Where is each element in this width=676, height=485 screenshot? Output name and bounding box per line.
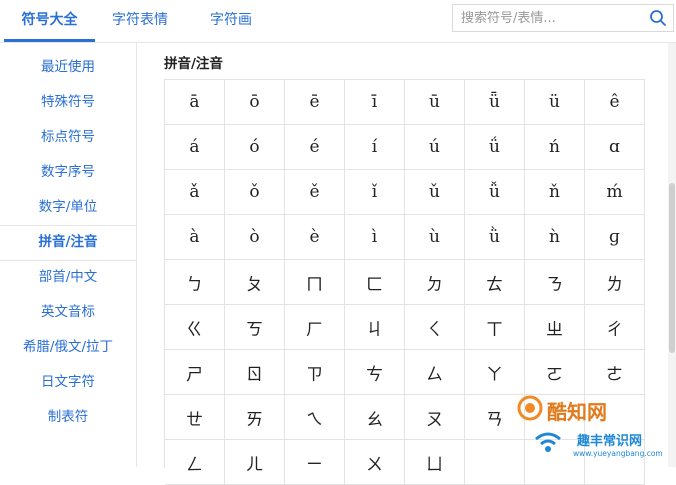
- sidebar-item-pinyin[interactable]: 拼音/注音: [0, 225, 136, 260]
- symbol-cell[interactable]: ㄞ: [225, 395, 285, 440]
- symbol-cell[interactable]: ㄠ: [345, 395, 405, 440]
- symbol-cell[interactable]: ㄛ: [525, 350, 585, 395]
- symbol-cell[interactable]: ň: [525, 170, 585, 215]
- symbol-cell[interactable]: ǐ: [345, 170, 405, 215]
- symbol-cell[interactable]: ㄩ: [405, 440, 465, 485]
- symbol-cell[interactable]: ā: [165, 80, 225, 125]
- symbol-cell[interactable]: ē: [285, 80, 345, 125]
- tab-emoticons[interactable]: 字符表情: [100, 0, 180, 40]
- symbol-cell[interactable]: ò: [225, 215, 285, 260]
- sidebar-item-punctuation[interactable]: 标点符号: [0, 120, 136, 155]
- scrollbar-thumb[interactable]: [669, 183, 675, 353]
- symbol-cell[interactable]: ㄨ: [345, 440, 405, 485]
- symbol-cell[interactable]: ㄑ: [405, 305, 465, 350]
- symbol-cell[interactable]: [525, 395, 585, 440]
- symbol-cell[interactable]: ǒ: [225, 170, 285, 215]
- top-tab-bar: 符号大全 字符表情 字符画: [0, 0, 676, 43]
- sidebar-item-greek-russian-latin[interactable]: 希腊/俄文/拉丁: [0, 330, 136, 365]
- symbol-cell[interactable]: ǔ: [405, 170, 465, 215]
- symbol-cell[interactable]: ㄜ: [585, 350, 645, 395]
- symbol-cell[interactable]: ㄗ: [285, 350, 345, 395]
- symbol-cell[interactable]: [465, 440, 525, 485]
- sidebar-item-number-sequence[interactable]: 数字序号: [0, 155, 136, 190]
- symbol-cell[interactable]: ㄉ: [405, 260, 465, 305]
- symbol-cell[interactable]: ù: [405, 215, 465, 260]
- symbol-cell[interactable]: ǹ: [525, 215, 585, 260]
- active-tab-underline: [4, 39, 95, 42]
- symbol-cell[interactable]: ㄌ: [585, 260, 645, 305]
- category-sidebar: 最近使用 特殊符号 标点符号 数字序号 数字/单位 拼音/注音 部首/中文 英文…: [0, 43, 137, 467]
- symbol-cell[interactable]: ě: [285, 170, 345, 215]
- symbol-cell[interactable]: ê: [585, 80, 645, 125]
- symbol-cell[interactable]: ㄅ: [165, 260, 225, 305]
- symbol-cell[interactable]: ㄒ: [465, 305, 525, 350]
- symbol-cell[interactable]: ㄦ: [225, 440, 285, 485]
- symbol-cell[interactable]: ㄐ: [345, 305, 405, 350]
- symbol-cell[interactable]: ㄓ: [525, 305, 585, 350]
- symbol-cell[interactable]: ǖ: [465, 80, 525, 125]
- symbol-cell[interactable]: ㄚ: [465, 350, 525, 395]
- symbol-cell[interactable]: ㄧ: [285, 440, 345, 485]
- symbol-cell[interactable]: ㄎ: [225, 305, 285, 350]
- symbol-cell[interactable]: è: [285, 215, 345, 260]
- symbol-cell[interactable]: ㄈ: [345, 260, 405, 305]
- symbol-cell[interactable]: ㄙ: [405, 350, 465, 395]
- symbol-cell[interactable]: ㄟ: [285, 395, 345, 440]
- symbol-cell[interactable]: ú: [405, 125, 465, 170]
- symbol-cell[interactable]: ㄆ: [225, 260, 285, 305]
- symbol-cell[interactable]: ū: [405, 80, 465, 125]
- search-box: [452, 4, 674, 32]
- symbol-cell[interactable]: ㄢ: [465, 395, 525, 440]
- section-title: 拼音/注音: [164, 56, 223, 72]
- symbol-grid: ā ō ē ī ū ǖ ü ê á ó é í ú ǘ ń ɑ ǎ ǒ ě ǐ …: [164, 79, 645, 485]
- sidebar-item-recent[interactable]: 最近使用: [0, 50, 136, 85]
- symbol-cell[interactable]: é: [285, 125, 345, 170]
- symbol-cell[interactable]: ㄊ: [465, 260, 525, 305]
- sidebar-item-phonetic[interactable]: 英文音标: [0, 295, 136, 330]
- symbol-cell[interactable]: á: [165, 125, 225, 170]
- symbol-cell[interactable]: ḿ: [585, 170, 645, 215]
- symbol-cell[interactable]: í: [345, 125, 405, 170]
- symbol-cell[interactable]: [525, 440, 585, 485]
- symbol-cell[interactable]: ㄖ: [225, 350, 285, 395]
- symbol-cell[interactable]: ㄇ: [285, 260, 345, 305]
- symbol-cell[interactable]: [585, 395, 645, 440]
- symbol-cell[interactable]: ń: [525, 125, 585, 170]
- symbol-cell[interactable]: ǜ: [465, 215, 525, 260]
- symbol-cell[interactable]: ǚ: [465, 170, 525, 215]
- symbol-cell[interactable]: ó: [225, 125, 285, 170]
- tab-symbols[interactable]: 符号大全: [4, 0, 95, 40]
- sidebar-item-japanese[interactable]: 日文字符: [0, 365, 136, 400]
- symbol-cell[interactable]: ì: [345, 215, 405, 260]
- symbol-cell[interactable]: ㄡ: [405, 395, 465, 440]
- sidebar-item-number-unit[interactable]: 数字/单位: [0, 190, 136, 225]
- symbol-cell[interactable]: ㄋ: [525, 260, 585, 305]
- symbol-cell[interactable]: ō: [225, 80, 285, 125]
- symbol-cell[interactable]: ㄝ: [165, 395, 225, 440]
- vertical-scrollbar[interactable]: [668, 43, 676, 467]
- symbol-cell[interactable]: ㄍ: [165, 305, 225, 350]
- symbol-cell[interactable]: ǎ: [165, 170, 225, 215]
- search-icon[interactable]: [649, 9, 667, 27]
- search-input[interactable]: [453, 5, 651, 31]
- symbol-cell[interactable]: à: [165, 215, 225, 260]
- symbol-cell[interactable]: ㄥ: [165, 440, 225, 485]
- sidebar-item-box-drawing[interactable]: 制表符: [0, 400, 136, 435]
- symbol-cell[interactable]: ɑ: [585, 125, 645, 170]
- symbol-cell[interactable]: ㄘ: [345, 350, 405, 395]
- symbol-cell[interactable]: ǘ: [465, 125, 525, 170]
- symbol-cell[interactable]: ㄔ: [585, 305, 645, 350]
- symbol-cell[interactable]: ㄕ: [165, 350, 225, 395]
- symbol-cell[interactable]: ㄏ: [285, 305, 345, 350]
- sidebar-item-special[interactable]: 特殊符号: [0, 85, 136, 120]
- symbol-cell[interactable]: [585, 440, 645, 485]
- symbol-cell[interactable]: ī: [345, 80, 405, 125]
- symbol-cell[interactable]: ü: [525, 80, 585, 125]
- symbol-cell[interactable]: ɡ: [585, 215, 645, 260]
- tab-ascii-art[interactable]: 字符画: [196, 0, 266, 40]
- sidebar-item-radicals[interactable]: 部首/中文: [0, 260, 136, 295]
